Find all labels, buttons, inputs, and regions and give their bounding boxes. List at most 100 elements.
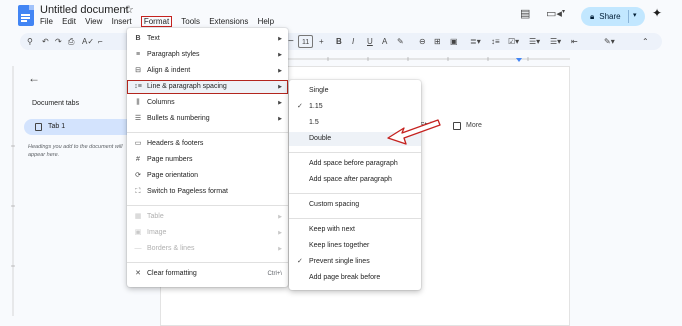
menu-file[interactable]: File (40, 17, 53, 26)
horizontal-ruler[interactable] (28, 55, 658, 64)
add-space-before[interactable]: Add space before paragraph (289, 157, 421, 171)
menu-item-paragraph-styles[interactable]: ≡ Paragraph styles ▶ (127, 48, 288, 62)
submenu-arrow-icon: ▶ (278, 36, 282, 42)
decrease-font-icon[interactable]: − (288, 33, 294, 50)
menu-item-bullets-numbering[interactable]: ☰ Bullets & numbering ▶ (127, 112, 288, 126)
menu-divider (289, 193, 421, 194)
menu-divider (127, 205, 288, 206)
menu-item-align-indent[interactable]: ⊟ Align & indent ▶ (127, 64, 288, 78)
share-label: Share (599, 12, 621, 21)
gemini-icon[interactable]: ✦ (652, 6, 662, 20)
tab-item-tab-1[interactable]: Tab 1 (24, 119, 136, 135)
bulleted-list-icon[interactable]: ☰▾ (529, 33, 540, 50)
lock-icon: 🔒︎ (590, 11, 595, 21)
image-icon: ▣ (134, 229, 142, 236)
keep-with-next[interactable]: Keep with next (289, 223, 421, 237)
increase-font-icon[interactable]: + (319, 33, 324, 50)
highlight-icon[interactable]: ✎ (397, 33, 404, 50)
collapse-toolbar-icon[interactable]: ⌃ (642, 33, 649, 50)
add-page-break-before[interactable]: Add page break before (289, 271, 421, 285)
search-menus-icon[interactable]: ⚲ (27, 33, 33, 50)
submenu-arrow-icon: ▶ (278, 68, 282, 74)
more-chip[interactable]: More (450, 119, 482, 133)
align-icon[interactable]: ≣▾ (470, 33, 481, 50)
submenu-arrow-icon: ▶ (278, 214, 282, 220)
menu-divider (289, 152, 421, 153)
format-menu: B Text ▶ ≡ Paragraph styles ▶ ⊟ Align & inden… (127, 28, 288, 287)
numbered-list-icon[interactable]: ☰▾ (550, 33, 561, 50)
menu-item-clear-formatting[interactable]: ✕ Clear formatting Ctrl+\ (127, 267, 288, 281)
tab-label: Tab 1 (48, 123, 66, 130)
annotation-arrow-icon (387, 119, 441, 145)
bold-icon[interactable]: B (336, 33, 342, 50)
menu-divider (127, 262, 288, 263)
menu-tools[interactable]: Tools (181, 17, 200, 26)
menu-format[interactable]: Format (140, 16, 173, 27)
docs-logo-icon[interactable] (18, 5, 34, 26)
meet-dropdown-icon[interactable]: ▾ (562, 8, 565, 15)
table-icon: ▦ (134, 213, 142, 220)
add-comment-icon[interactable]: ⊞ (434, 33, 441, 50)
borders-icon: — (134, 245, 142, 252)
undo-icon[interactable]: ↶ (42, 33, 49, 50)
more-icon (453, 122, 461, 130)
menu-help[interactable]: Help (258, 17, 274, 26)
menu-insert[interactable]: Insert (112, 17, 132, 26)
outline-hint: Headings you add to the document will ap… (28, 144, 123, 158)
menu-item-table: ▦ Table ▶ (127, 210, 288, 224)
keep-lines-together[interactable]: Keep lines together (289, 239, 421, 253)
columns-icon: ⫼ (136, 99, 140, 106)
redo-icon[interactable]: ↷ (55, 33, 62, 50)
spacing-1-15[interactable]: ✓ 1.15 (289, 100, 421, 114)
spacing-single[interactable]: Single (289, 84, 421, 98)
page-numbers-icon: # (136, 156, 140, 163)
editing-mode-icon[interactable]: ✎▾ (604, 33, 615, 50)
comment-icon[interactable]: ▤ (520, 7, 530, 20)
underline-icon[interactable]: U (367, 33, 373, 50)
shortcut-label: Ctrl+\ (267, 271, 282, 277)
spellcheck-icon[interactable]: A✓ (82, 33, 94, 50)
back-arrow-icon[interactable]: ← (28, 71, 40, 85)
paint-format-icon[interactable]: ⌐ (98, 33, 103, 50)
menu-extensions[interactable]: Extensions (209, 17, 248, 26)
submenu-arrow-icon: ▶ (278, 246, 282, 252)
print-icon[interactable]: ⎙ (68, 33, 74, 50)
menu-item-pageless-format[interactable]: ⛶ Switch to Pageless format (127, 185, 288, 199)
insert-image-icon[interactable]: ▣ (450, 33, 458, 50)
menu-view[interactable]: View (85, 17, 102, 26)
submenu-arrow-icon: ▶ (278, 52, 282, 58)
checklist-icon[interactable]: ☑▾ (508, 33, 519, 50)
text-color-icon[interactable]: A (382, 33, 387, 50)
custom-spacing[interactable]: Custom spacing (289, 198, 421, 212)
vertical-ruler[interactable] (10, 66, 16, 316)
font-size-input[interactable]: 11 (298, 35, 314, 48)
document-title[interactable]: Untitled document (40, 4, 129, 16)
star-icon[interactable]: ☆ (124, 3, 134, 16)
indent-icon[interactable]: ⇤ (571, 33, 578, 50)
menu-item-borders-lines: — Borders & lines ▶ (127, 242, 288, 256)
line-spacing-submenu: Single ✓ 1.15 1.5 Double Add space before… (289, 80, 421, 290)
menu-edit[interactable]: Edit (62, 17, 76, 26)
menu-item-page-orientation[interactable]: ⟳ Page orientation (127, 169, 288, 183)
headers-footers-icon: ▭ (134, 140, 142, 147)
menu-item-image: ▣ Image ▶ (127, 226, 288, 240)
meet-icon[interactable]: ▭◂ (546, 7, 562, 20)
link-icon[interactable]: ⊖ (419, 33, 426, 50)
share-button[interactable]: 🔒︎ Share ▾ (581, 7, 645, 26)
checkmark-icon: ✓ (297, 258, 303, 265)
menu-item-columns[interactable]: ⫼ Columns ▶ (127, 96, 288, 110)
toolbar: ⚲ ↶ ↷ ⎙ A✓ ⌐ − 11 + B I U A ✎ ⊖ ⊞ ▣ ≣▾ ↕… (20, 33, 662, 50)
menu-item-page-numbers[interactable]: # Page numbers (127, 153, 288, 167)
menu-divider (127, 132, 288, 133)
menu-item-headers-footers[interactable]: ▭ Headers & footers (127, 137, 288, 151)
submenu-arrow-icon: ▶ (278, 230, 282, 236)
menu-item-text[interactable]: B Text ▶ (127, 32, 288, 46)
document-tabs-heading: Document tabs (32, 100, 80, 107)
add-space-after[interactable]: Add space after paragraph (289, 173, 421, 187)
italic-icon[interactable]: I (352, 33, 354, 50)
clear-formatting-icon: ✕ (135, 270, 141, 277)
share-dropdown-icon[interactable]: ▾ (633, 11, 637, 19)
line-spacing-icon[interactable]: ↕≡ (491, 33, 500, 50)
prevent-single-lines[interactable]: ✓ Prevent single lines (289, 255, 421, 269)
menu-item-line-paragraph-spacing[interactable]: ↕≡ Line & paragraph spacing ▶ (127, 80, 288, 94)
